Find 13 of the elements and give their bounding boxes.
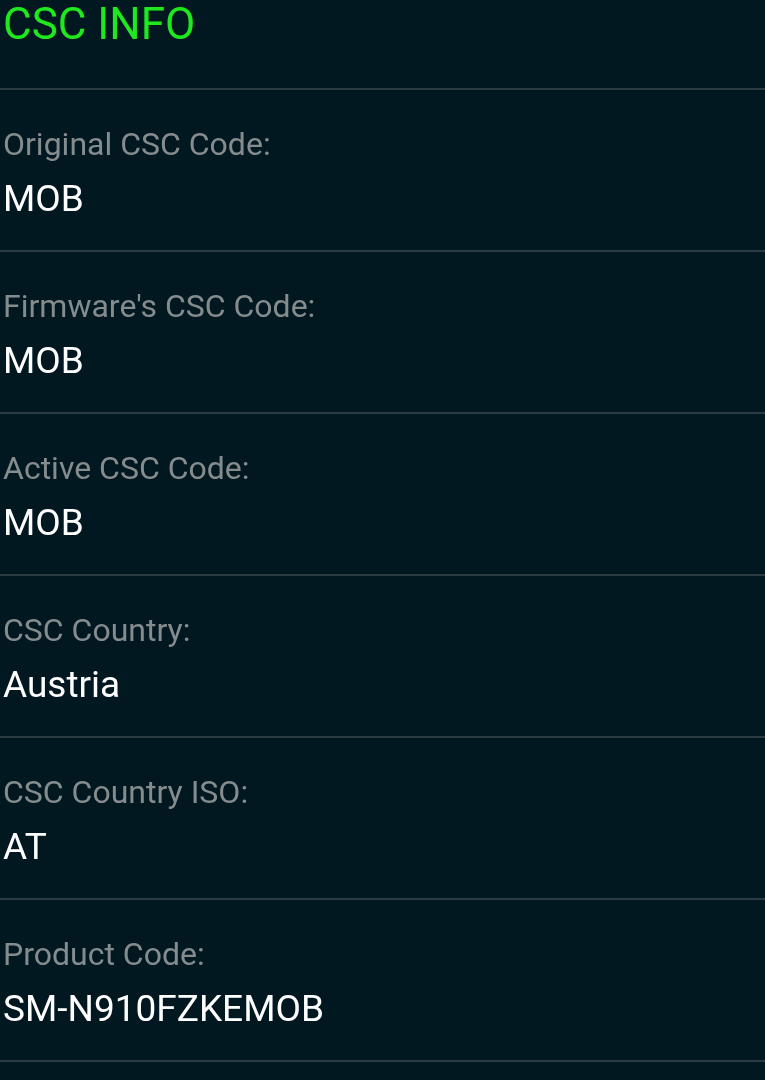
field-value: Austria	[3, 662, 121, 708]
field-label: Firmware's CSC Code:	[3, 286, 316, 326]
field-value: MOB	[3, 338, 84, 384]
field-label: Product Code:	[3, 934, 205, 974]
field-label: CSC Country ISO:	[3, 772, 249, 812]
field-label: Active CSC Code:	[3, 448, 250, 488]
field-value: SM-N910FZKEMOB	[3, 986, 324, 1032]
screen-title: CSC INFO	[3, 2, 196, 46]
field-label: CSC Country:	[3, 610, 191, 650]
field-label: Original CSC Code:	[3, 124, 271, 164]
field-value: AT	[3, 824, 47, 870]
field-value: MOB	[3, 500, 84, 546]
field-value: MOB	[3, 176, 84, 222]
